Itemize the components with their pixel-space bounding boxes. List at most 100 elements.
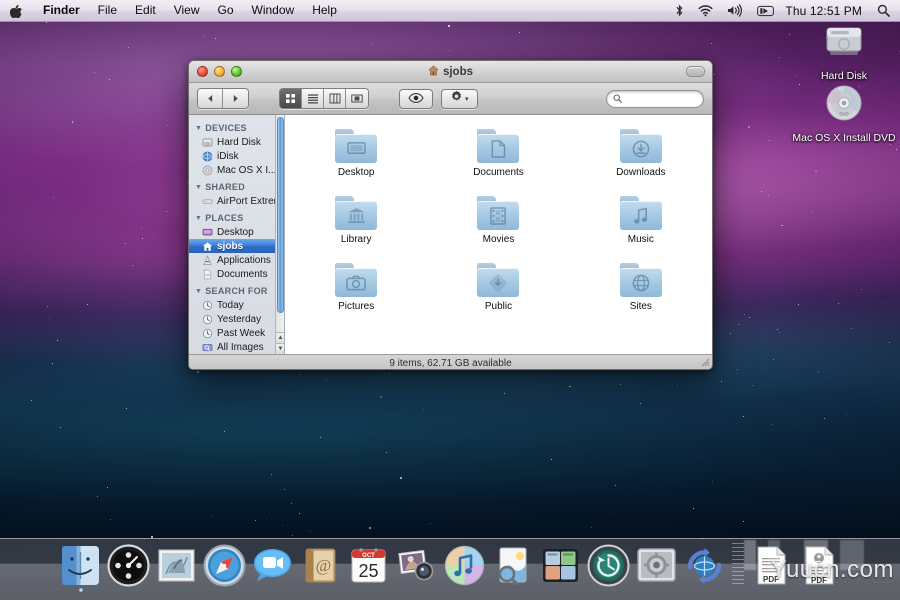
- menu-item-window[interactable]: Window: [243, 1, 304, 20]
- action-menu-button[interactable]: ▾: [441, 89, 478, 109]
- dropbox-diamond-glyph: [489, 274, 507, 292]
- file-item-desktop[interactable]: Desktop: [285, 129, 427, 178]
- dock-item-ichat[interactable]: [250, 543, 295, 588]
- menu-bar-status-area: Thu 12:51 PM: [668, 4, 900, 18]
- menu-item-edit[interactable]: Edit: [126, 1, 165, 20]
- sidebar-item-desktop[interactable]: Desktop: [189, 225, 284, 239]
- menu-item-file[interactable]: File: [89, 1, 126, 20]
- dock-item-finder[interactable]: [58, 543, 103, 588]
- sidebar-section-devices[interactable]: ▼ DEVICES: [189, 118, 284, 135]
- sidebar-section-places[interactable]: ▼ PLACES: [189, 208, 284, 225]
- scroll-up-arrow-icon[interactable]: ▲: [276, 332, 285, 343]
- desktop-icon-hard-disk[interactable]: Hard Disk: [796, 22, 892, 82]
- disclosure-triangle-icon[interactable]: ▼: [195, 184, 202, 191]
- file-item-music[interactable]: Music: [570, 196, 712, 245]
- finder-sidebar[interactable]: ▼ DEVICES Hard Disk iDisk Mac OS X I...: [189, 115, 285, 354]
- menu-item-view[interactable]: View: [165, 1, 209, 20]
- wallpaper-star: [781, 225, 783, 227]
- column-view-button[interactable]: [324, 89, 346, 108]
- wallpaper-star: [730, 333, 731, 334]
- coverflow-view-button[interactable]: [346, 89, 368, 108]
- sidebar-item-idisk[interactable]: iDisk: [189, 149, 284, 163]
- dock-item-iphoto[interactable]: [394, 543, 439, 588]
- sidebar-item-all-images[interactable]: All Images: [189, 340, 284, 354]
- file-item-downloads[interactable]: Downloads: [570, 129, 712, 178]
- file-item-sites[interactable]: Sites: [570, 263, 712, 312]
- eject-icon[interactable]: [750, 5, 781, 17]
- sidebar-scrollbar[interactable]: ▲ ▼: [275, 115, 284, 354]
- sidebar-item-documents[interactable]: Documents: [189, 267, 284, 281]
- wallpaper-star: [129, 162, 130, 163]
- search-icon[interactable]: [870, 4, 892, 17]
- menu-item-finder[interactable]: Finder: [34, 1, 89, 20]
- desktop-icon-install-dvd[interactable]: DVD Mac OS X Install DVD: [796, 82, 892, 144]
- icon-view-button[interactable]: [280, 89, 302, 108]
- sidebar-item-today[interactable]: Today: [189, 298, 284, 312]
- wallpaper-star: [320, 437, 321, 438]
- forward-arrow-icon[interactable]: [223, 89, 248, 108]
- sidebar-item-hard-disk[interactable]: Hard Disk: [189, 135, 284, 149]
- file-item-public[interactable]: Public: [427, 263, 569, 312]
- file-item-pictures[interactable]: Pictures: [285, 263, 427, 312]
- wallpaper-star: [768, 195, 769, 196]
- wifi-icon[interactable]: [691, 4, 720, 17]
- bluetooth-icon[interactable]: [668, 4, 691, 17]
- folder-icon: [477, 129, 519, 163]
- sidebar-item-sjobs[interactable]: sjobs: [189, 239, 284, 253]
- disclosure-triangle-icon[interactable]: ▼: [195, 215, 202, 222]
- sidebar-item-label: Documents: [217, 269, 268, 280]
- quick-look-button[interactable]: [399, 89, 433, 109]
- running-indicator: [79, 588, 83, 592]
- folder-icon: [620, 263, 662, 297]
- dock-item-dashboard[interactable]: [106, 543, 151, 588]
- dock-item-time-machine[interactable]: [586, 543, 631, 588]
- dock-item-spaces[interactable]: [538, 543, 583, 588]
- resize-handle[interactable]: [700, 357, 710, 370]
- wallpaper-star: [52, 363, 53, 364]
- dock-item-mail[interactable]: [154, 543, 199, 588]
- dock-item-itunes[interactable]: [442, 543, 487, 588]
- sidebar-item-airport-extreme[interactable]: AirPort Extreme: [189, 194, 284, 208]
- wallpaper-star: [369, 527, 371, 529]
- menu-item-help[interactable]: Help: [303, 1, 346, 20]
- wallpaper-star: [851, 328, 852, 329]
- dock-item-software-update[interactable]: [682, 543, 727, 588]
- dock-item-address-book[interactable]: @: [298, 543, 343, 588]
- sidebar-item-applications[interactable]: Applications: [189, 253, 284, 267]
- file-label: Movies: [483, 234, 515, 245]
- sidebar-section-search-for[interactable]: ▼ SEARCH FOR: [189, 281, 284, 298]
- wallpaper-star: [743, 416, 744, 417]
- file-item-documents[interactable]: Documents: [427, 129, 569, 178]
- back-arrow-icon[interactable]: [198, 89, 223, 108]
- search-input[interactable]: [625, 93, 697, 104]
- wallpaper-star: [57, 340, 58, 341]
- file-item-movies[interactable]: Movies: [427, 196, 569, 245]
- sidebar-item-past-week[interactable]: Past Week: [189, 326, 284, 340]
- sidebar-item-install-dvd[interactable]: Mac OS X I...: [189, 163, 284, 177]
- volume-icon[interactable]: [720, 4, 750, 17]
- dock-item-system-preferences[interactable]: [634, 543, 679, 588]
- toolbar-toggle-button[interactable]: [686, 66, 705, 77]
- disclosure-triangle-icon[interactable]: ▼: [195, 125, 202, 132]
- apple-logo-icon[interactable]: [0, 4, 34, 18]
- list-view-button[interactable]: [302, 89, 324, 108]
- finder-file-area[interactable]: Desktop Documents: [285, 115, 712, 354]
- menu-item-go[interactable]: Go: [209, 1, 243, 20]
- disclosure-triangle-icon[interactable]: ▼: [195, 288, 202, 295]
- sidebar-item-yesterday[interactable]: Yesterday: [189, 312, 284, 326]
- wallpaper-star: [204, 36, 205, 37]
- sidebar-section-shared[interactable]: ▼ SHARED: [189, 177, 284, 194]
- wallpaper-star: [47, 306, 48, 307]
- wallpaper-star: [153, 233, 154, 234]
- menu-bar-clock[interactable]: Thu 12:51 PM: [781, 4, 870, 18]
- dock-item-ical[interactable]: OCT 25: [346, 543, 391, 588]
- scroll-down-arrow-icon[interactable]: ▼: [276, 343, 285, 354]
- dock-item-safari[interactable]: [202, 543, 247, 588]
- search-field[interactable]: [606, 90, 704, 108]
- window-title-bar[interactable]: sjobs: [189, 61, 712, 83]
- ical-day: 25: [358, 561, 378, 581]
- dock-item-preview[interactable]: [490, 543, 535, 588]
- file-item-library[interactable]: Library: [285, 196, 427, 245]
- finder-window[interactable]: sjobs: [188, 60, 713, 370]
- sidebar-scrollbar-thumb[interactable]: [277, 117, 284, 313]
